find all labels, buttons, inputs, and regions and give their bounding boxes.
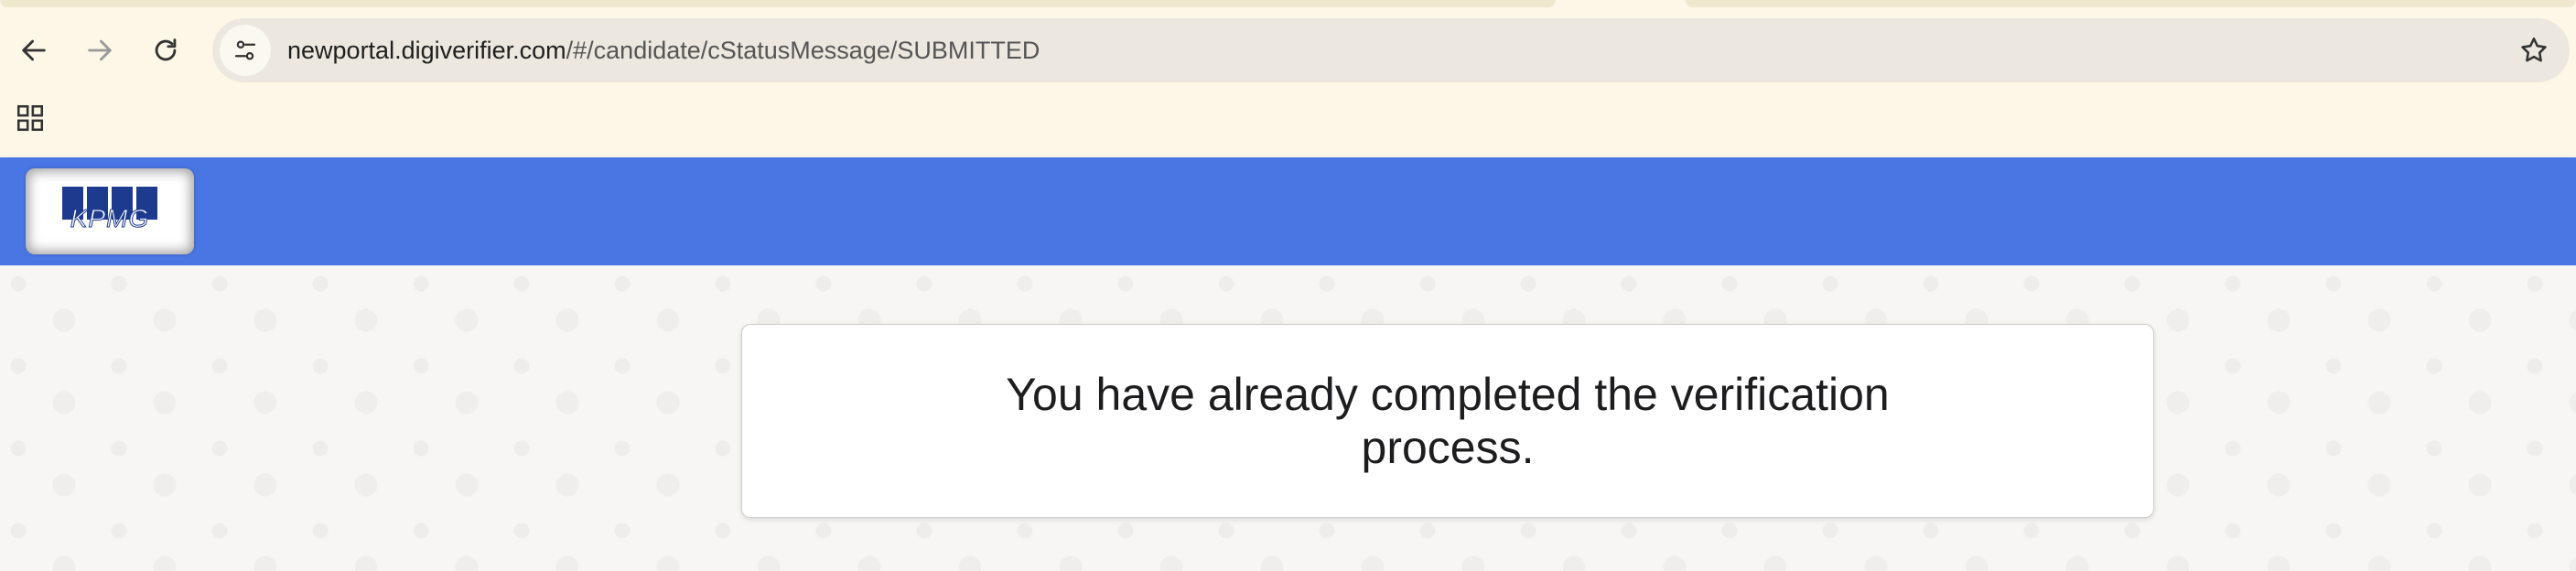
- forward-button[interactable]: [68, 20, 132, 81]
- kpmg-logo-mark: KPMG: [62, 187, 157, 236]
- url-host: newportal.digiverifier.com: [287, 36, 566, 64]
- app-header: KPMG: [0, 157, 2576, 265]
- arrow-left-icon: [22, 39, 46, 61]
- bookmark-button[interactable]: [2513, 29, 2555, 71]
- back-button[interactable]: [2, 20, 66, 81]
- status-message: You have already completed the verificat…: [1006, 369, 1890, 473]
- browser-chrome: newportal.digiverifier.com/#/candidate/c…: [0, 0, 2576, 157]
- star-outline-icon: [2521, 37, 2547, 62]
- tune-icon: [234, 40, 256, 60]
- tab-strip-edge-left: [0, 0, 1556, 7]
- logo-text: KPMG: [70, 204, 150, 233]
- grid-icon: [16, 104, 44, 132]
- apps-button[interactable]: [9, 97, 51, 139]
- tab-strip-edge-right: [1686, 0, 2576, 7]
- status-card: You have already completed the verificat…: [741, 324, 2154, 518]
- logo[interactable]: KPMG: [26, 168, 194, 254]
- url-path: /#/candidate/cStatusMessage/SUBMITTED: [566, 36, 1040, 64]
- site-info-button[interactable]: [220, 25, 271, 76]
- address-bar[interactable]: newportal.digiverifier.com/#/candidate/c…: [212, 18, 2570, 82]
- reload-button[interactable]: [134, 20, 198, 81]
- url-text[interactable]: newportal.digiverifier.com/#/candidate/c…: [287, 37, 1040, 65]
- arrow-right-icon: [88, 39, 112, 61]
- reload-icon: [155, 38, 177, 61]
- page-content: You have already completed the verificat…: [0, 265, 2576, 571]
